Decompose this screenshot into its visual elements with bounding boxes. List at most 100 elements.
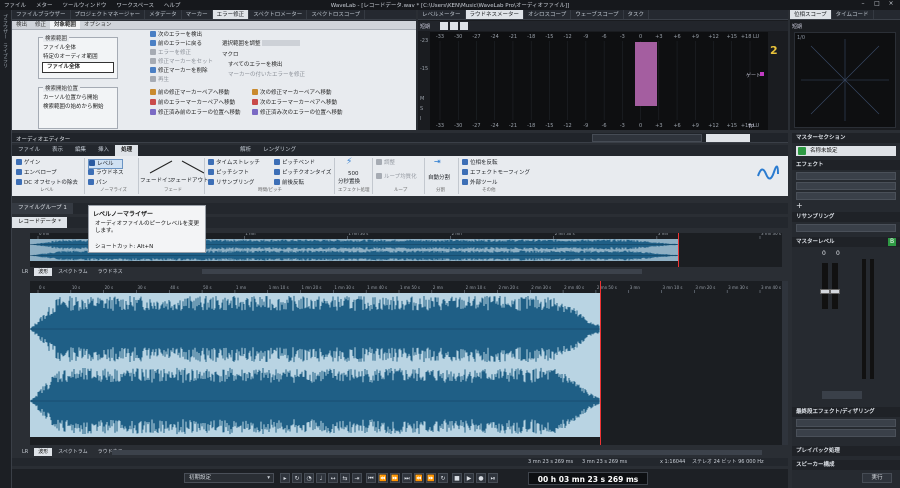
timecode-display[interactable]: 00 h 03 mn 23 s 269 ms [528, 472, 648, 485]
tab-wavescope[interactable]: ウェーブスコープ [571, 10, 624, 19]
tab-timecode[interactable]: タイムコード [832, 10, 874, 19]
master-fader-left[interactable] [822, 263, 828, 309]
master-fader-right-knob[interactable] [830, 289, 840, 294]
dock-tab-browser[interactable]: ブラウザー [2, 14, 9, 39]
play-button[interactable]: 再生 [150, 76, 169, 84]
minimize-icon[interactable]: – [856, 0, 870, 7]
effect-morphing-button[interactable]: エフェクトモーフィング [462, 169, 530, 177]
set-correction-marker[interactable]: 修正マーカーをセット [150, 58, 213, 66]
loop-play-icon[interactable]: ↻ [438, 473, 448, 483]
subtab-detect[interactable]: 検出 [12, 21, 31, 29]
play-from-start-icon[interactable]: ⏯ [488, 473, 498, 483]
menu-file[interactable]: ファイル [4, 3, 26, 9]
pitch-quantize-button[interactable]: ピッチクオンタイズ [274, 169, 331, 177]
scrub-icon[interactable]: ↔ [328, 473, 338, 483]
correct-marked-errors[interactable]: マーカーの付いたエラーを修正 [228, 71, 305, 79]
main-waveform-view[interactable]: 0 s 10 s 20 s 30 s 40 s 50 s 1 mn 1 mn 10 s 1 mn… [30, 281, 788, 445]
pan-normalize-button[interactable]: パン [88, 179, 107, 187]
dc-offset-button[interactable]: DC オフセットの除去 [16, 179, 78, 187]
master-preset-select[interactable]: 名称未設定 [796, 146, 896, 156]
gain-button[interactable]: ゲイン [16, 159, 40, 167]
lightning-icon[interactable]: ⚡ [346, 158, 352, 167]
overview-tab-spectrum[interactable]: スペクトラム [54, 268, 92, 276]
render-button[interactable]: 実行 [862, 473, 892, 483]
phase-invert-button[interactable]: 位相を反転 [462, 159, 498, 167]
previous-error[interactable]: 前のエラーに戻る [150, 40, 202, 48]
status-position[interactable]: 3 mn 23 s 269 ms [528, 458, 573, 466]
delete-correction-marker[interactable]: 修正マーカーを削除 [150, 67, 208, 75]
final-effect-slot[interactable] [796, 429, 896, 437]
reverse-button[interactable]: 前後反転 [274, 179, 304, 187]
detect-all-errors[interactable]: すべてのエラーを検出 [228, 61, 282, 69]
master-level-left[interactable]: 0 [822, 250, 826, 257]
main-playback-cursor[interactable] [600, 281, 601, 445]
ribbon-tab-file[interactable]: ファイル [12, 145, 46, 156]
tab-project-manager[interactable]: プロジェクトマネージャー [71, 10, 146, 19]
ribbon-tab-process[interactable]: 処理 [115, 145, 139, 156]
refresh-icon[interactable] [450, 22, 458, 30]
overview-scrollbar[interactable] [202, 269, 642, 274]
fade-in-button[interactable]: フェードイン [140, 177, 173, 185]
external-tools-button[interactable]: 外部ツール [462, 179, 498, 187]
tab-spectrometer[interactable]: スペクトロメーター [249, 10, 308, 19]
final-effect-slot[interactable] [796, 419, 896, 427]
range-specific[interactable]: 特定のオーディオ範囲 [39, 53, 117, 62]
check-icon[interactable] [440, 22, 448, 30]
follow-icon[interactable]: ⇥ [352, 473, 362, 483]
status-length[interactable]: 3 mn 23 s 269 ms [582, 458, 627, 466]
overview-tab-loudness[interactable]: ラウドネス [94, 268, 127, 276]
range-whole-file-selected[interactable]: ファイル全体 [42, 62, 114, 73]
tab-spectroscope[interactable]: スペクトロスコープ [307, 10, 366, 19]
status-audio-format[interactable]: ステレオ 24 ビット 96 000 Hz [692, 458, 764, 466]
reset-icon[interactable] [460, 22, 468, 30]
start-from-cursor[interactable]: カーソル位置から開始 [39, 94, 117, 103]
editor-toolbar-icons[interactable] [592, 134, 702, 142]
main-tab-spectrum[interactable]: スペクトラム [54, 448, 92, 456]
tab-markers[interactable]: マーカー [182, 10, 213, 19]
tab-file-group-1[interactable]: ファイルグループ 1 [12, 203, 73, 214]
horizontal-scrollbar[interactable] [112, 450, 762, 455]
overview-playback-cursor[interactable] [678, 233, 679, 267]
metronome-icon[interactable]: ♩ [316, 473, 326, 483]
transport-mode-icon[interactable]: ▸ [280, 473, 290, 483]
add-effect-icon[interactable]: + [796, 202, 804, 210]
ribbon-tab-render[interactable]: レンダリング [257, 145, 302, 156]
effect-slot[interactable] [796, 172, 896, 180]
prev-marker-icon[interactable]: ⏪ [378, 473, 388, 483]
adjust-selection-buttons[interactable] [262, 40, 301, 46]
ribbon-tab-view[interactable]: 表示 [46, 145, 69, 156]
status-zoom[interactable]: x 1:16044 [660, 458, 685, 466]
close-icon[interactable]: × [884, 0, 898, 7]
power-icon[interactable] [798, 147, 806, 155]
bypass-icon[interactable]: B [888, 238, 896, 246]
vertical-scrollbar[interactable] [782, 281, 788, 445]
play-icon[interactable]: ▶ [464, 473, 474, 483]
overview-channel-lr[interactable]: LR [18, 268, 32, 276]
go-end-icon[interactable]: ⏭ [402, 473, 412, 483]
pitch-bend-button[interactable]: ピッチベンド [274, 159, 315, 167]
go-start-icon[interactable]: ⏮ [366, 473, 376, 483]
punch-icon[interactable]: ◔ [304, 473, 314, 483]
master-level-right[interactable]: 0 [836, 250, 840, 257]
record-icon[interactable]: ● [476, 473, 486, 483]
master-mode-buttons[interactable] [822, 391, 862, 399]
tab-record-data[interactable]: レコードデータ * [12, 217, 67, 228]
prev-correction-marker-pair[interactable]: 前の修正マーカーペアへ移動 [150, 89, 230, 97]
loop-adjust-button[interactable]: 調整 [376, 159, 395, 167]
menu-help[interactable]: ヘルプ [164, 3, 181, 9]
overview-tab-waveform[interactable]: 波形 [34, 268, 53, 276]
tab-error-correction[interactable]: エラー修正 [212, 10, 250, 19]
editor-preset-dropdown[interactable] [706, 134, 750, 142]
prev-corrected-error[interactable]: 修正済み前のエラーの位置へ移動 [150, 109, 241, 117]
main-tab-waveform[interactable]: 波形 [34, 448, 53, 456]
effect-slot[interactable] [796, 192, 896, 200]
jog-icon[interactable]: ⇆ [340, 473, 350, 483]
resampling-button[interactable]: リサンプリング [208, 179, 254, 187]
prev-error-marker-pair[interactable]: 前のエラーマーカーペアへ移動 [150, 99, 235, 107]
tab-task[interactable]: タスク [624, 10, 650, 19]
envelope-button[interactable]: エンベロープ [16, 169, 57, 177]
time-stretch-button[interactable]: タイムストレッチ [208, 159, 260, 167]
ribbon-tab-insert[interactable]: 挿入 [92, 145, 115, 156]
dock-tab-library[interactable]: ライブラリ [2, 43, 9, 68]
start-from-range-begin[interactable]: 検索範囲の始めから開始 [39, 103, 117, 112]
